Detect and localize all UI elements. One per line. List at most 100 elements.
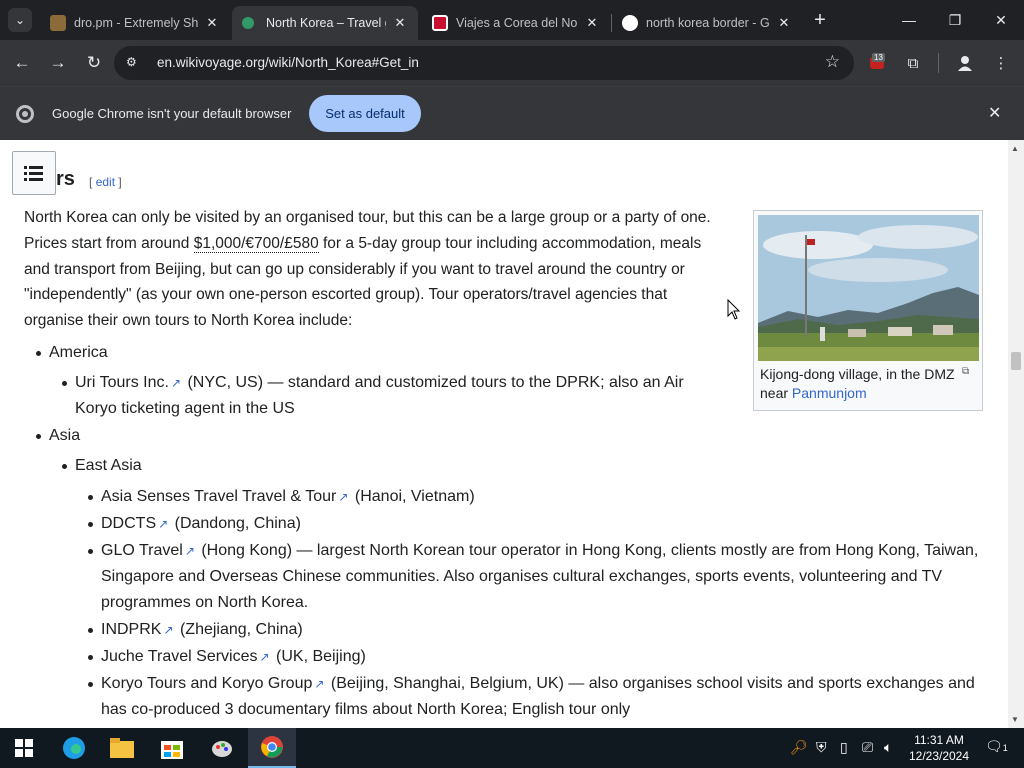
list-item-operator: Juche Travel Services ↗ (UK, Beijing) bbox=[101, 644, 1001, 670]
operator-link[interactable]: INDPRK bbox=[101, 621, 161, 638]
dro-pm-favicon-icon bbox=[50, 15, 66, 31]
volume-muted-icon[interactable]: 🔈︎ bbox=[884, 739, 892, 756]
operator-desc: (Zhejiang, China) bbox=[175, 621, 303, 638]
close-window-button[interactable]: ✕ bbox=[978, 0, 1024, 40]
list-item-operator: GLO Travel ↗ (Hong Kong) — largest North … bbox=[101, 538, 1001, 616]
toolbar-separator bbox=[938, 53, 939, 73]
taskbar-edge[interactable] bbox=[50, 728, 98, 768]
network-icon[interactable]: ⎚ bbox=[862, 739, 873, 756]
taskbar-chrome[interactable] bbox=[248, 728, 296, 768]
notification-center-button[interactable]: 🗨︎1 bbox=[985, 738, 1008, 755]
scroll-down-icon[interactable]: ▼ bbox=[1011, 715, 1019, 724]
arrow-right-icon: → bbox=[49, 53, 67, 72]
list-item-desc: (NYC, US) — standard and customized tour… bbox=[183, 374, 684, 391]
tab-north-korea-travel[interactable]: North Korea – Travel g ✕ bbox=[232, 6, 418, 40]
notification-count: 1 bbox=[1002, 743, 1008, 753]
external-link-icon: ↗ bbox=[338, 490, 349, 504]
set-as-default-button[interactable]: Set as default bbox=[309, 95, 421, 132]
list-item-operator: DDCTS ↗ (Dandong, China) bbox=[101, 511, 1001, 537]
price-abbr[interactable]: $1,000/€700/£580 bbox=[193, 234, 319, 253]
scrollbar-thumb[interactable] bbox=[1011, 352, 1021, 370]
external-link-icon: ↗ bbox=[158, 517, 169, 531]
kijong-dong-photo[interactable] bbox=[758, 215, 979, 361]
close-icon[interactable]: ✕ bbox=[776, 15, 792, 31]
tab-dro-pm[interactable]: dro.pm - Extremely Sh ✕ bbox=[40, 6, 230, 40]
minimize-button[interactable]: — bbox=[886, 0, 932, 40]
clock-date: 12/23/2024 bbox=[908, 749, 970, 763]
taskbar-paint[interactable] bbox=[198, 728, 246, 768]
search-magnifier-icon[interactable]: 🔎︎ bbox=[790, 739, 808, 756]
operator-link[interactable]: Asia Senses Travel Travel & Tour bbox=[101, 488, 336, 505]
restore-icon: ❐ bbox=[948, 11, 962, 28]
close-icon[interactable]: ✕ bbox=[584, 15, 600, 31]
chrome-logo-icon bbox=[16, 105, 34, 123]
bookmark-star-icon[interactable]: ☆ bbox=[825, 52, 840, 72]
tab-google-search[interactable]: north korea border - G ✕ bbox=[612, 6, 802, 40]
arrow-left-icon: ← bbox=[13, 53, 31, 72]
profile-avatar-icon[interactable] bbox=[954, 52, 976, 74]
panmunjom-link[interactable]: Panmunjom bbox=[792, 385, 867, 401]
operator-link[interactable]: Koryo Tours and Koryo Group bbox=[101, 675, 312, 692]
external-link-icon: ↗ bbox=[184, 544, 195, 558]
shield-icon[interactable]: ⛨ bbox=[816, 739, 827, 756]
edit-section: [ edit ] bbox=[89, 175, 122, 189]
page-scrollbar[interactable]: ▲ ▼ bbox=[1008, 140, 1024, 728]
tab-strip: ⌄ dro.pm - Extremely Sh ✕ North Korea – … bbox=[0, 0, 1024, 40]
enlarge-icon[interactable]: ⧉ bbox=[962, 366, 969, 377]
extensions-puzzle-icon[interactable]: ⧉ bbox=[902, 52, 924, 74]
uri-tours-link[interactable]: Uri Tours Inc. bbox=[75, 374, 169, 391]
edit-bracket-close: ] bbox=[118, 175, 122, 189]
taskbar-file-explorer[interactable] bbox=[98, 728, 146, 768]
chevron-down-icon: ⌄ bbox=[14, 13, 26, 27]
table-of-contents-button[interactable] bbox=[12, 151, 56, 195]
operator-desc: (Dandong, China) bbox=[170, 515, 301, 532]
system-clock[interactable]: 11:31 AM 12/23/2024 bbox=[904, 732, 974, 764]
list-item-east-asia: East Asia bbox=[75, 457, 142, 474]
taskbar-store[interactable] bbox=[148, 728, 196, 768]
store-icon bbox=[161, 741, 183, 759]
chrome-icon bbox=[261, 736, 283, 758]
list-bullet bbox=[36, 351, 41, 356]
list-item-asia: Asia bbox=[49, 427, 81, 444]
forward-button[interactable]: → bbox=[45, 50, 71, 76]
edit-link[interactable]: edit bbox=[96, 175, 115, 189]
more-menu-icon[interactable]: ⋮ bbox=[990, 52, 1012, 74]
tab-title: north korea border - G bbox=[646, 16, 770, 30]
scroll-up-icon[interactable]: ▲ bbox=[1011, 144, 1019, 153]
list-item-operator: INDPRK ↗ (Zhejiang, China) bbox=[101, 617, 1001, 643]
restore-button[interactable]: ❐ bbox=[932, 0, 978, 40]
close-icon[interactable]: ✕ bbox=[204, 15, 220, 31]
operator-link[interactable]: DDCTS bbox=[101, 515, 156, 532]
site-info-icon[interactable]: ⚙ bbox=[126, 55, 142, 71]
default-browser-infobar: Google Chrome isn't your default browser… bbox=[0, 86, 1024, 140]
operator-link[interactable]: Juche Travel Services bbox=[101, 648, 258, 665]
operator-desc: (Beijing, Shanghai, Belgium, UK) — also … bbox=[326, 675, 975, 692]
tab-search-button[interactable]: ⌄ bbox=[8, 8, 32, 32]
list-item-uri-tours: Uri Tours Inc. ↗ (NYC, US) — standard and… bbox=[75, 370, 735, 422]
mouse-cursor-icon bbox=[727, 299, 741, 320]
wikivoyage-favicon-icon bbox=[242, 17, 254, 29]
notification-icon: 🗨︎ bbox=[985, 738, 1003, 754]
close-icon[interactable]: ✕ bbox=[392, 15, 408, 31]
list-bullet bbox=[88, 549, 93, 554]
new-tab-button[interactable]: + bbox=[808, 8, 832, 32]
url-text[interactable]: en.wikivoyage.org/wiki/North_Korea#Get_i… bbox=[157, 55, 419, 70]
tab-viajes-corea[interactable]: Viajes a Corea del Nor ✕ bbox=[422, 6, 610, 40]
plus-icon: + bbox=[814, 8, 826, 31]
operator-link[interactable]: GLO Travel bbox=[101, 542, 183, 559]
list-item-america: America bbox=[49, 344, 108, 361]
usb-device-icon[interactable]: ▯ bbox=[840, 739, 848, 756]
windows-taskbar: 🔎︎ ⛨ ▯ ⎚ 🔈︎ 11:31 AM 12/23/2024 🗨︎1 bbox=[0, 728, 1024, 768]
reload-button[interactable]: ↻ bbox=[81, 50, 107, 76]
back-button[interactable]: ← bbox=[9, 50, 35, 76]
address-bar[interactable]: ⚙ en.wikivoyage.org/wiki/North_Korea#Get… bbox=[114, 46, 854, 80]
start-button[interactable] bbox=[0, 728, 48, 768]
close-icon: ✕ bbox=[995, 11, 1007, 28]
close-infobar-icon[interactable]: ✕ bbox=[988, 103, 1001, 123]
list-icon bbox=[24, 163, 43, 184]
section-heading: rs bbox=[56, 168, 75, 190]
browser-toolbar: ← → ↻ ⚙ en.wikivoyage.org/wiki/North_Kor… bbox=[0, 40, 1024, 86]
windows-icon bbox=[15, 739, 33, 757]
folder-icon bbox=[110, 738, 134, 758]
operator-desc: (Hanoi, Vietnam) bbox=[350, 488, 475, 505]
